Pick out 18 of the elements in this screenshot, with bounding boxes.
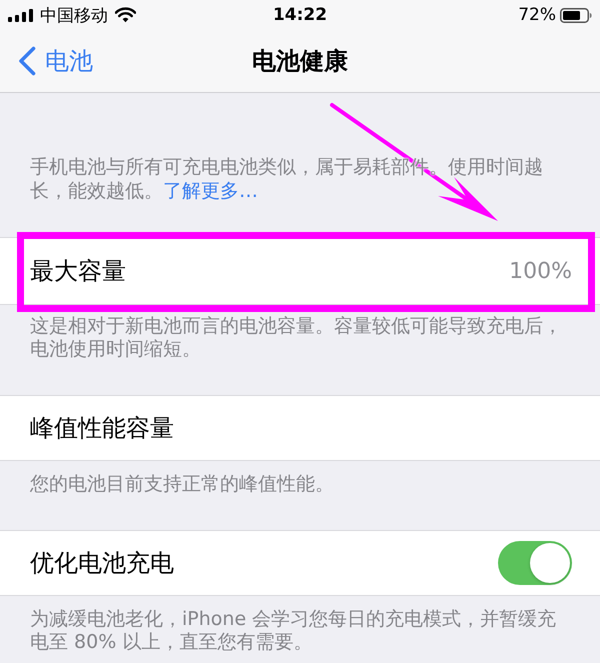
chevron-left-icon (18, 46, 36, 76)
row-label: 最大容量 (30, 256, 126, 287)
clock-time: 14:22 (272, 5, 328, 25)
carrier-name: 中国移动 (40, 4, 108, 26)
back-button[interactable]: 电池 (18, 45, 93, 77)
toggle-switch[interactable] (498, 541, 572, 585)
learn-more-link[interactable]: 了解更多… (163, 180, 258, 202)
signal-icon (8, 8, 33, 22)
battery-icon (560, 8, 592, 22)
section-footer-text: 您的电池目前支持正常的峰值性能。 (30, 473, 335, 496)
row-label: 峰值性能容量 (30, 413, 174, 444)
section-footer-text: 为减缓电池老化，iPhone 会学习您每日的充电模式，并暂缓充电至 80% 以上，直至您有需要。 (30, 608, 558, 654)
battery-percentage: 72% (518, 5, 556, 25)
row-label: 优化电池充电 (30, 548, 174, 579)
wifi-icon (115, 7, 136, 23)
row-value: 100% (509, 258, 572, 284)
section-footer-text: 这是相对于新电池而言的电池容量。容量较低可能导致充电后，电池使用时间缩短。 (30, 315, 563, 361)
page-title: 电池健康 (252, 46, 348, 77)
